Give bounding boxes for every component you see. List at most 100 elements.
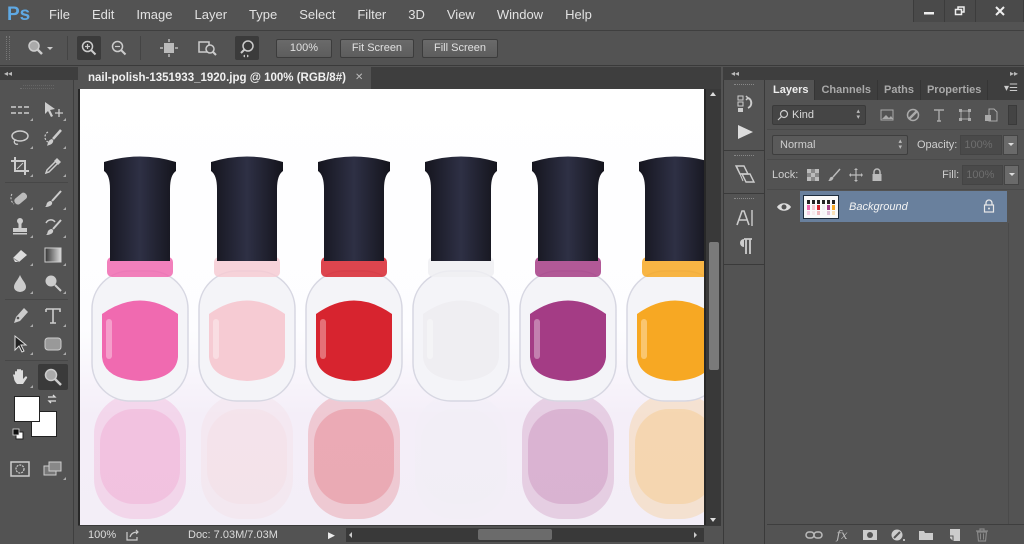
tool-preset-picker[interactable] [24,36,58,60]
clone-source-panel-button[interactable] [724,161,766,189]
filter-adjustment-layers-button[interactable] [900,105,926,125]
type-tool[interactable] [38,303,68,329]
menu-image[interactable]: Image [125,0,183,30]
minimize-button[interactable] [914,0,945,22]
paragraph-panel-button[interactable] [724,232,766,260]
vertical-scroll-thumb[interactable] [709,242,719,370]
gradient-tool[interactable] [38,242,68,268]
document-canvas[interactable] [80,89,704,525]
menu-edit[interactable]: Edit [81,0,125,30]
close-button[interactable] [976,0,1024,22]
move-tool[interactable] [38,97,68,123]
tab-layers[interactable]: Layers [767,80,816,100]
filter-kind-select[interactable]: Kind ▴ ▾ [772,104,866,125]
export-button[interactable] [126,529,146,541]
lock-transparent-pixels-button[interactable] [802,165,823,185]
rectangle-tool[interactable] [38,331,68,357]
hand-tool[interactable] [5,364,35,390]
quick-mask-button[interactable] [5,456,35,482]
actions-panel-button[interactable] [724,118,766,146]
horizontal-scrollbar[interactable] [346,528,704,542]
fill-screen-button[interactable]: Fill Screen [422,38,498,58]
history-panel-button[interactable] [724,90,766,118]
zoom-tool[interactable] [37,364,68,390]
zoom-out-button[interactable] [107,36,131,60]
menu-filter[interactable]: Filter [346,0,397,30]
scroll-down-icon[interactable] [710,518,716,522]
quick-selection-tool[interactable] [38,125,68,151]
menu-type[interactable]: Type [238,0,288,30]
scroll-up-icon[interactable] [710,92,716,96]
dock-grip[interactable] [734,155,754,158]
filter-type-layers-button[interactable] [926,105,952,125]
blur-tool[interactable] [5,270,35,296]
layer-locked-icon[interactable] [983,199,995,213]
brush-tool[interactable] [38,186,68,212]
eraser-tool[interactable] [5,242,35,268]
toolbar-grip[interactable] [19,85,54,89]
lock-image-pixels-button[interactable] [824,165,845,185]
panel-menu-icon[interactable]: ▾☰ [1004,83,1018,94]
zoom-all-windows-button[interactable] [196,36,220,60]
history-brush-tool[interactable] [38,214,68,240]
restore-button[interactable] [945,0,976,22]
new-layer-button[interactable] [940,526,968,544]
options-bar-grip[interactable] [6,36,10,60]
scroll-right-icon[interactable] [694,532,697,538]
document-tab[interactable]: nail-polish-1351933_1920.jpg @ 100% (RGB… [78,67,372,89]
opacity-input[interactable]: 100% [960,134,1003,155]
filter-shape-layers-button[interactable] [952,105,978,125]
layer-row[interactable]: Background [767,191,1024,222]
delete-layer-button[interactable] [968,526,996,544]
fx-icon[interactable]: fx [828,526,856,544]
spot-healing-brush-tool[interactable] [5,186,35,212]
vertical-scrollbar[interactable] [706,89,721,525]
lasso-tool[interactable] [5,125,35,151]
filter-toggle-switch[interactable] [1008,104,1017,125]
add-mask-button[interactable] [856,526,884,544]
status-zoom-level[interactable]: 100% [78,529,122,541]
adjustment-layer-button[interactable] [884,526,912,544]
dodge-tool[interactable] [38,270,68,296]
screen-mode-button[interactable] [38,456,68,482]
scroll-left-icon[interactable] [349,532,352,538]
link-layers-button[interactable] [800,526,828,544]
menu-3d[interactable]: 3D [397,0,436,30]
status-info-menu-icon[interactable]: ▶ [328,530,338,541]
fill-input[interactable]: 100% [962,164,1004,185]
swap-colors-icon[interactable] [46,393,58,405]
clone-stamp-tool[interactable] [5,214,35,240]
horizontal-scroll-thumb[interactable] [478,529,552,540]
close-document-icon[interactable]: ✕ [355,67,363,89]
zoom-in-button[interactable] [77,36,101,60]
menu-file[interactable]: File [38,0,81,30]
lock-position-button[interactable] [845,165,866,185]
menu-layer[interactable]: Layer [184,0,239,30]
crop-tool[interactable] [5,153,35,179]
fill-dropdown-button[interactable] [1004,164,1019,185]
foreground-color-swatch[interactable] [14,396,40,422]
layer-visibility-toggle[interactable] [767,191,800,222]
default-colors-icon[interactable] [12,428,24,440]
dock-collapse-right-icon[interactable]: ▸▸ [1010,67,1018,80]
scrubby-zoom-button[interactable] [235,36,259,60]
dock-collapse-left-icon[interactable]: ◂◂ [731,67,739,80]
toolbar-collapse-button[interactable]: ◂◂ [0,67,78,80]
menu-help[interactable]: Help [554,0,603,30]
opacity-dropdown-button[interactable] [1003,134,1019,155]
dock-grip[interactable] [734,84,754,87]
menu-window[interactable]: Window [486,0,554,30]
new-group-button[interactable] [912,526,940,544]
pen-tool[interactable] [5,303,35,329]
blend-mode-select[interactable]: Normal ▴ ▾ [772,134,908,155]
layer-item-background[interactable]: Background [800,191,1007,222]
zoom-100-button[interactable]: 100% [276,38,332,58]
menu-select[interactable]: Select [288,0,346,30]
tab-paths[interactable]: Paths [878,80,921,100]
layer-name[interactable]: Background [849,201,908,213]
menu-view[interactable]: View [436,0,486,30]
layers-scrollbar-track[interactable] [1008,223,1024,524]
resize-windows-button[interactable] [157,36,181,60]
rectangular-marquee-tool[interactable] [5,97,35,123]
eyedropper-tool[interactable] [38,153,68,179]
